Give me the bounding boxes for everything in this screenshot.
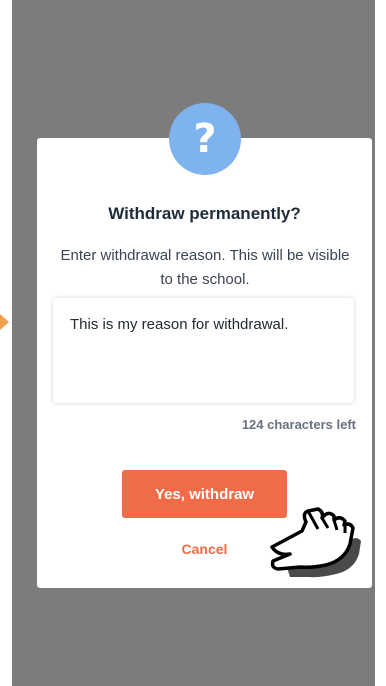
reason-input-value: This is my reason for withdrawal.	[70, 316, 289, 333]
yes-withdraw-button[interactable]: Yes, withdraw	[122, 470, 287, 518]
withdrawal-reason-input[interactable]: This is my reason for withdrawal.	[53, 298, 354, 403]
characters-left-counter: 124 characters left	[241, 417, 356, 432]
question-icon: ?	[169, 103, 241, 175]
dialog-title: Withdraw permanently?	[108, 204, 301, 223]
hand-pointer-icon	[270, 507, 361, 578]
side-arrow-icon	[0, 314, 9, 330]
dialog-description: Enter withdrawal reason. This will be vi…	[60, 247, 350, 288]
